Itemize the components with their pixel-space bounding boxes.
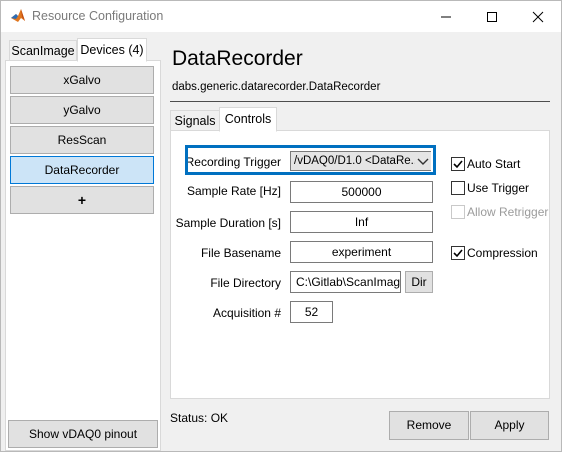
file-basename-field[interactable]: experiment bbox=[290, 241, 433, 263]
sample-rate-field[interactable]: 500000 bbox=[290, 181, 433, 203]
file-directory-label: File Directory bbox=[210, 276, 281, 290]
compression-label: Compression bbox=[467, 246, 538, 260]
tab-devices[interactable]: Devices (4) bbox=[77, 38, 147, 62]
tab-controls[interactable]: Controls bbox=[219, 107, 277, 132]
device-xgalvo-button[interactable]: xGalvo bbox=[10, 66, 154, 94]
compression-checkbox[interactable] bbox=[451, 246, 465, 260]
recording-trigger-dropdown[interactable]: /vDAQ0/D1.0 <DataRe... bbox=[290, 151, 431, 171]
allow-retrigger-checkbox[interactable] bbox=[451, 205, 465, 219]
file-basename-label: File Basename bbox=[200, 246, 281, 260]
add-device-button[interactable]: + bbox=[10, 186, 154, 214]
sample-rate-label: Sample Rate [Hz] bbox=[186, 184, 281, 198]
directory-browse-button[interactable]: Dir bbox=[405, 271, 433, 293]
device-datarecorder-button[interactable]: DataRecorder bbox=[10, 156, 154, 184]
minimize-button[interactable] bbox=[423, 1, 469, 32]
remove-button[interactable]: Remove bbox=[389, 411, 469, 440]
device-class-path: dabs.generic.datarecorder.DataRecorder bbox=[172, 81, 381, 93]
file-directory-field[interactable]: C:\Gitlab\ScanImage bbox=[290, 271, 401, 293]
maximize-button[interactable] bbox=[469, 1, 515, 32]
auto-start-label: Auto Start bbox=[467, 157, 521, 171]
window-title: Resource Configuration bbox=[32, 9, 164, 23]
device-resscan-button[interactable]: ResScan bbox=[10, 126, 154, 154]
title-bar: Resource Configuration bbox=[1, 1, 561, 32]
chevron-down-icon bbox=[415, 152, 431, 170]
tab-scanimage[interactable]: ScanImage bbox=[9, 40, 77, 62]
show-pinout-button[interactable]: Show vDAQ0 pinout bbox=[8, 420, 158, 448]
resource-configuration-window: Resource Configuration ScanImage Devices… bbox=[0, 0, 562, 452]
device-title: DataRecorder bbox=[172, 47, 303, 70]
acquisition-number-field[interactable]: 52 bbox=[290, 301, 333, 323]
allow-retrigger-label: Allow Retrigger bbox=[467, 205, 549, 219]
device-ygalvo-button[interactable]: yGalvo bbox=[10, 96, 154, 124]
use-trigger-label: Use Trigger bbox=[467, 181, 530, 195]
matlab-logo-icon bbox=[10, 8, 26, 24]
use-trigger-checkbox[interactable] bbox=[451, 181, 465, 195]
apply-button[interactable]: Apply bbox=[470, 411, 549, 440]
sample-duration-field[interactable]: Inf bbox=[290, 211, 433, 233]
auto-start-checkbox[interactable] bbox=[451, 157, 465, 171]
recording-trigger-value: /vDAQ0/D1.0 <DataRe... bbox=[294, 155, 421, 167]
close-button[interactable] bbox=[515, 1, 561, 32]
status-text: Status: OK bbox=[170, 411, 229, 425]
acquisition-number-label: Acquisition # bbox=[212, 306, 281, 320]
sample-duration-label: Sample Duration [s] bbox=[175, 216, 281, 230]
header-divider bbox=[170, 101, 550, 102]
tab-signals[interactable]: Signals bbox=[170, 110, 220, 132]
